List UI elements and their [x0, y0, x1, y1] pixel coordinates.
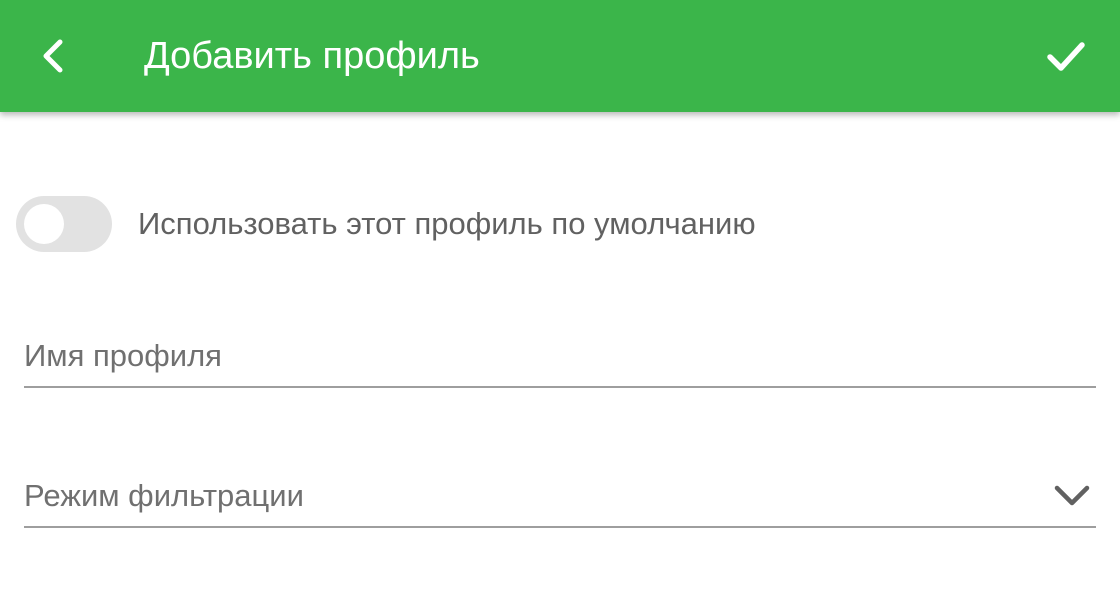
form-content: Использовать этот профиль по умолчанию Р… [0, 112, 1120, 600]
save-button[interactable] [1034, 24, 1098, 88]
app-bar: Добавить профиль [0, 0, 1120, 112]
back-button[interactable] [22, 24, 86, 88]
check-icon [1047, 42, 1085, 71]
arrow-back-icon [43, 39, 63, 73]
filter-mode-select[interactable]: Режим фильтрации [24, 466, 1096, 528]
switch-knob [24, 204, 64, 244]
profile-name-field [24, 326, 1096, 388]
page-title: Добавить профиль [144, 35, 480, 77]
default-profile-label: Использовать этот профиль по умолчанию [138, 206, 756, 241]
default-profile-toggle-row[interactable]: Использовать этот профиль по умолчанию [16, 196, 756, 252]
profile-name-input[interactable] [24, 326, 1096, 386]
chevron-down-icon [1054, 485, 1090, 506]
filter-mode-label: Режим фильтрации [24, 478, 304, 513]
filter-mode-dropdown-button[interactable] [1052, 476, 1092, 516]
default-profile-switch[interactable] [16, 196, 112, 252]
